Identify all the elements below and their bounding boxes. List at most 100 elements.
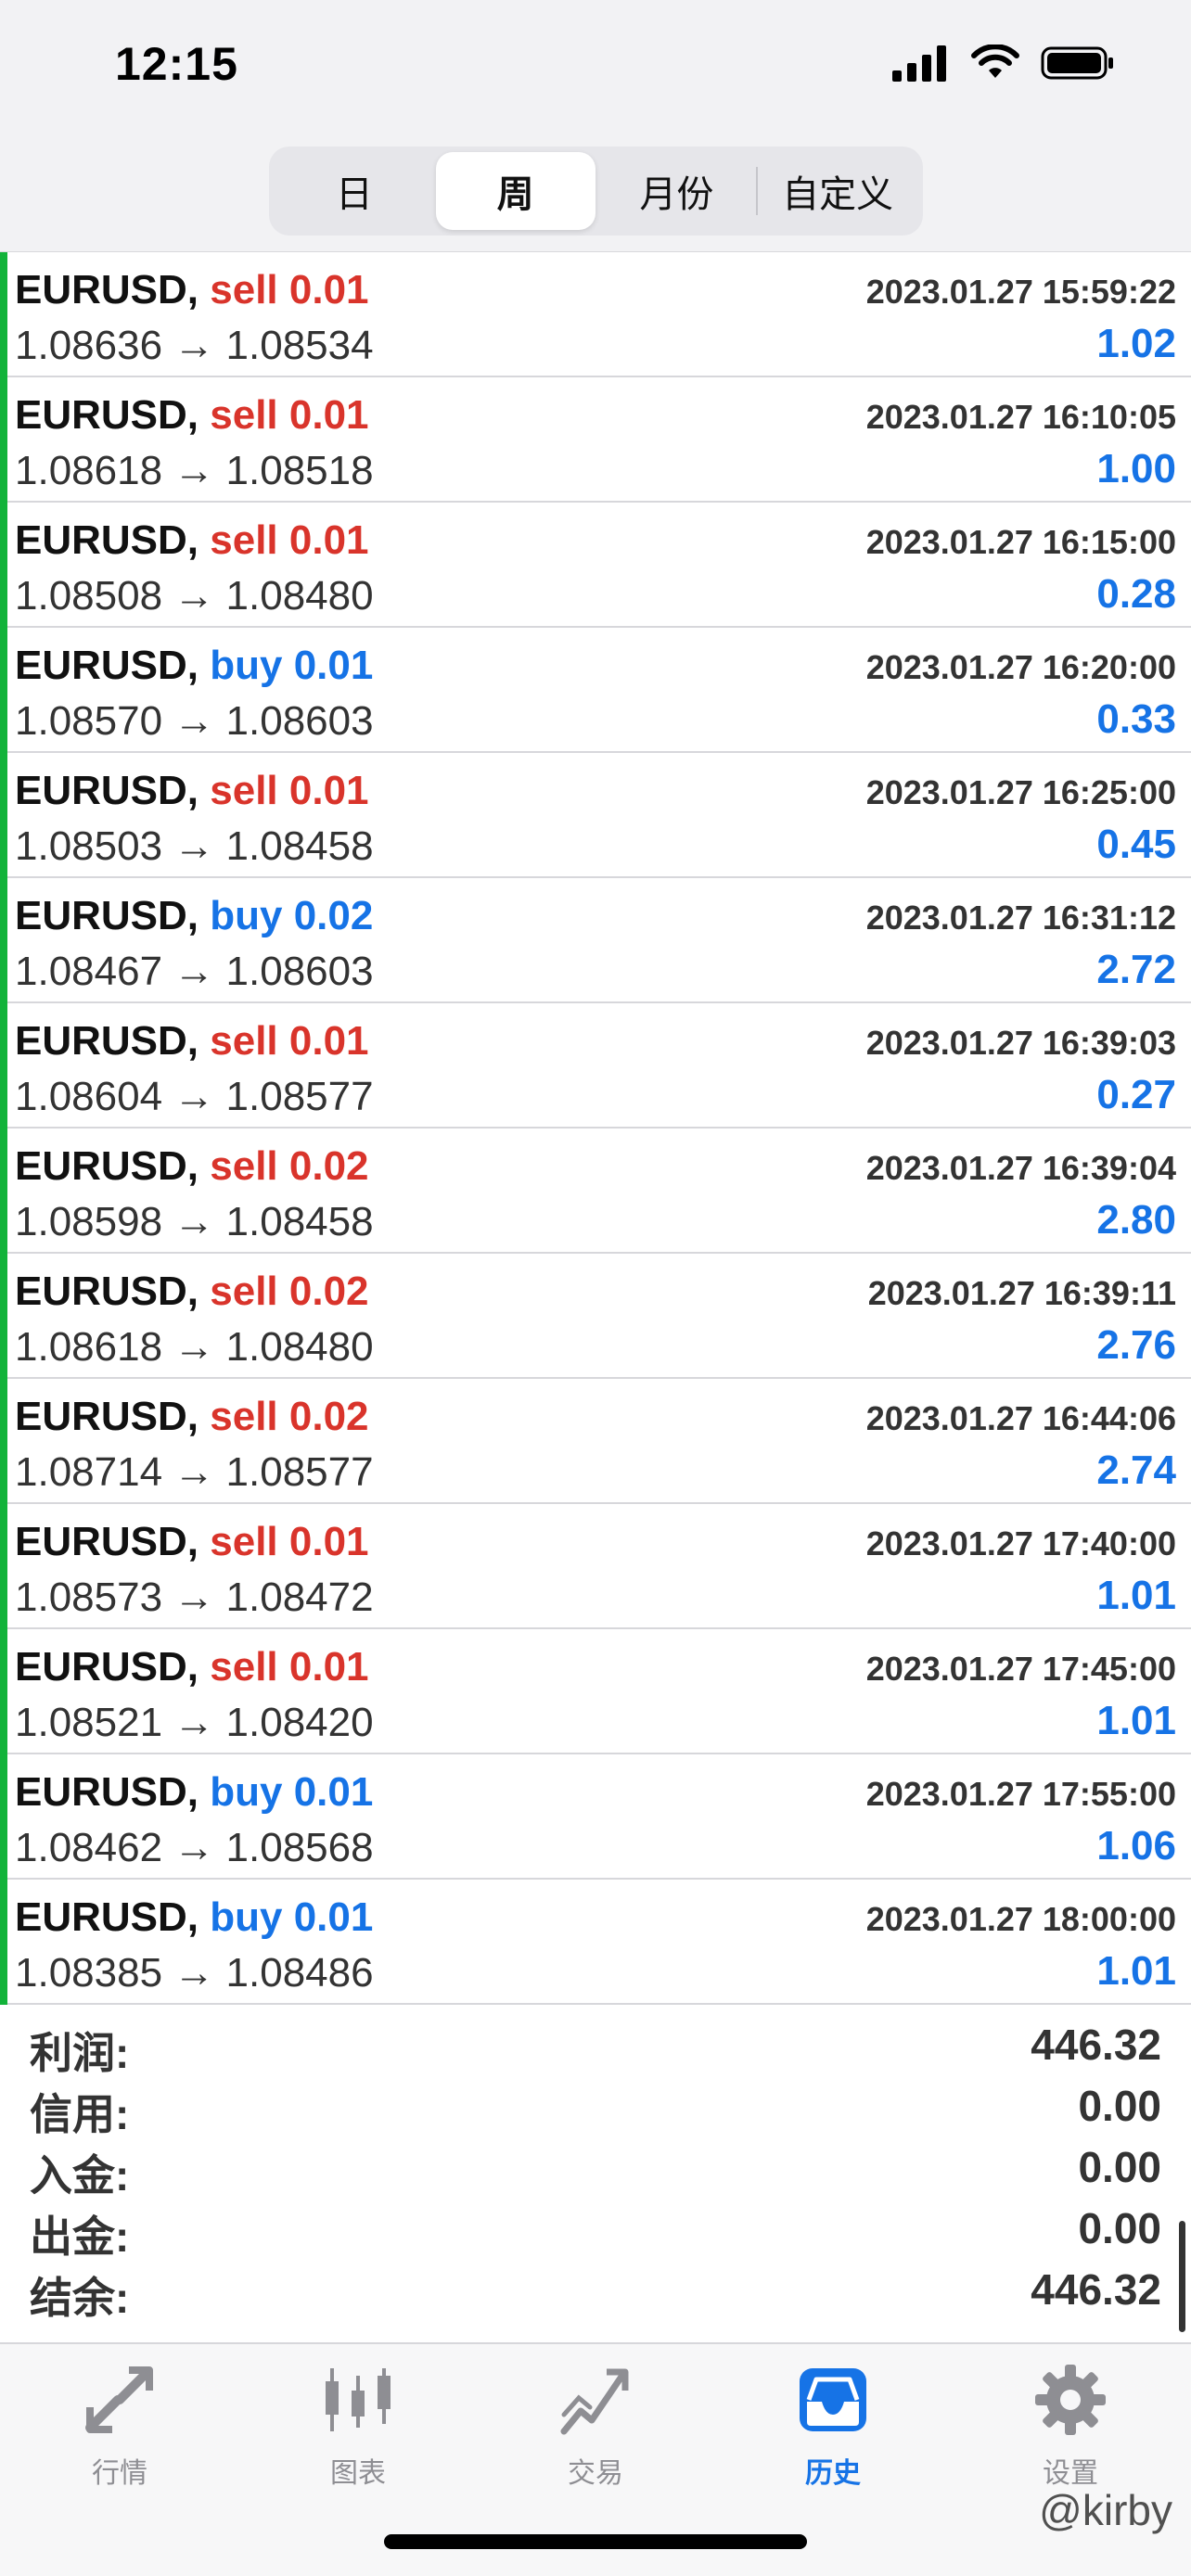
trade-prices: 1.08618 → 1.08480 xyxy=(15,1324,374,1371)
trade-profit: 2.80 xyxy=(1096,1197,1176,1243)
trade-close-price: 1.08534 xyxy=(225,323,374,368)
trade-time: 2023.01.27 16:44:06 xyxy=(865,1399,1176,1437)
summary-label: 结余: xyxy=(30,2274,130,2322)
watermark: @kirby xyxy=(1039,2486,1172,2534)
summary-withdrawal: 出金: 0.00 xyxy=(15,2196,1176,2261)
trade-open-price: 1.08462 xyxy=(15,1825,163,1870)
arrow-right-icon: → xyxy=(173,448,226,493)
trade-open-price: 1.08467 xyxy=(15,949,163,994)
trade-symbol: EURUSD, xyxy=(15,1269,199,1314)
trade-open-price: 1.08573 xyxy=(15,1575,163,1620)
arrow-right-icon: → xyxy=(173,1324,226,1370)
tab-trade[interactable]: 交易 xyxy=(521,2363,670,2502)
trade-close-price: 1.08480 xyxy=(225,1324,374,1370)
trade-profit: 0.33 xyxy=(1096,696,1176,742)
trade-row[interactable]: EURUSD, sell 0.02 2023.01.27 16:39:04 1.… xyxy=(0,1129,1191,1254)
trade-side: sell 0.01 xyxy=(210,267,369,312)
tab-label: 历史 xyxy=(805,2458,861,2489)
summary-value: 0.00 xyxy=(1078,2143,1161,2191)
segment-custom[interactable]: 自定义 xyxy=(758,152,917,230)
trade-profit: 0.28 xyxy=(1096,571,1176,617)
tab-quotes[interactable]: 行情 xyxy=(45,2363,194,2502)
summary-value: 0.00 xyxy=(1078,2082,1161,2130)
trade-symbol: EURUSD, xyxy=(15,267,199,312)
trade-side: sell 0.01 xyxy=(210,1018,369,1064)
summary-label: 利润: xyxy=(30,2029,130,2077)
arrow-right-icon: → xyxy=(173,1199,226,1244)
arrow-right-icon: → xyxy=(173,1074,226,1119)
trade-row[interactable]: EURUSD, buy 0.01 2023.01.27 16:20:00 1.0… xyxy=(0,628,1191,753)
arrow-right-icon: → xyxy=(173,823,226,869)
scrollbar[interactable] xyxy=(1179,2221,1185,2332)
trade-symbol-line: EURUSD, sell 0.02 xyxy=(15,1143,369,1190)
chart-icon xyxy=(326,2368,391,2431)
trade-symbol: EURUSD, xyxy=(15,1018,199,1064)
trade-profit: 1.02 xyxy=(1096,321,1176,366)
trade-time: 2023.01.27 16:20:00 xyxy=(865,648,1176,686)
tab-history[interactable]: 历史 xyxy=(759,2363,907,2502)
segment-week[interactable]: 周 xyxy=(435,152,596,230)
arrow-right-icon: → xyxy=(173,323,226,368)
trade-symbol: EURUSD, xyxy=(15,517,199,563)
trade-profit: 1.00 xyxy=(1096,446,1176,491)
tab-label: 行情 xyxy=(92,2458,147,2489)
trade-time: 2023.01.27 17:40:00 xyxy=(865,1524,1176,1562)
trade-side: sell 0.01 xyxy=(210,1519,369,1564)
trade-symbol-line: EURUSD, sell 0.01 xyxy=(15,1519,369,1565)
segment-month[interactable]: 月份 xyxy=(597,152,757,230)
trade-symbol: EURUSD, xyxy=(15,392,199,438)
arrow-right-icon: → xyxy=(173,698,226,744)
trade-side: sell 0.01 xyxy=(210,1644,369,1690)
history-icon xyxy=(800,2368,866,2431)
trade-row[interactable]: EURUSD, sell 0.01 2023.01.27 17:40:00 1.… xyxy=(0,1504,1191,1629)
trade-prices: 1.08636 → 1.08534 xyxy=(15,323,374,369)
battery-icon xyxy=(1041,46,1113,80)
trade-row[interactable]: EURUSD, sell 0.01 2023.01.27 16:15:00 1.… xyxy=(0,503,1191,628)
trade-prices: 1.08714 → 1.08577 xyxy=(15,1449,374,1496)
trade-row[interactable]: EURUSD, sell 0.01 2023.01.27 16:10:05 1.… xyxy=(0,377,1191,503)
trade-row[interactable]: EURUSD, buy 0.01 2023.01.27 18:00:00 1.0… xyxy=(0,1880,1191,2005)
trade-close-price: 1.08458 xyxy=(225,1199,374,1244)
trade-side: sell 0.02 xyxy=(210,1394,369,1439)
tab-settings[interactable]: 设置 xyxy=(996,2363,1145,2502)
summary-label: 出金: xyxy=(30,2213,130,2261)
trade-prices: 1.08570 → 1.08603 xyxy=(15,698,374,745)
trade-close-price: 1.08480 xyxy=(225,573,374,618)
home-indicator[interactable] xyxy=(384,2534,807,2549)
trade-open-price: 1.08618 xyxy=(15,448,163,493)
trade-time: 2023.01.27 18:00:00 xyxy=(865,1900,1176,1938)
summary-value: 446.32 xyxy=(1031,2021,1161,2069)
summary-deposit: 入金: 0.00 xyxy=(15,2135,1176,2200)
trade-prices: 1.08598 → 1.08458 xyxy=(15,1199,374,1245)
trade-open-price: 1.08604 xyxy=(15,1074,163,1119)
status-bar: 12:15 xyxy=(0,0,1191,139)
trade-symbol-line: EURUSD, sell 0.01 xyxy=(15,768,369,814)
trade-symbol: EURUSD, xyxy=(15,1894,199,1940)
arrow-right-icon: → xyxy=(173,949,226,994)
trade-row[interactable]: EURUSD, sell 0.01 2023.01.27 16:25:00 1.… xyxy=(0,753,1191,878)
arrow-right-icon: → xyxy=(173,1449,226,1495)
trade-row[interactable]: EURUSD, sell 0.02 2023.01.27 16:44:06 1.… xyxy=(0,1379,1191,1504)
trade-row[interactable]: EURUSD, sell 0.01 2023.01.27 15:59:22 1.… xyxy=(0,252,1191,377)
tab-charts[interactable]: 图表 xyxy=(284,2363,432,2502)
summary-label: 信用: xyxy=(30,2090,130,2138)
trade-profit: 1.01 xyxy=(1096,1698,1176,1743)
trade-close-price: 1.08568 xyxy=(225,1825,374,1870)
trade-symbol: EURUSD, xyxy=(15,1644,199,1690)
trade-profit: 2.76 xyxy=(1096,1322,1176,1368)
trade-symbol-line: EURUSD, sell 0.01 xyxy=(15,267,369,313)
trade-row[interactable]: EURUSD, sell 0.01 2023.01.27 17:45:00 1.… xyxy=(0,1629,1191,1754)
trade-close-price: 1.08518 xyxy=(225,448,374,493)
trade-row[interactable]: EURUSD, sell 0.02 2023.01.27 16:39:11 1.… xyxy=(0,1254,1191,1379)
trade-symbol-line: EURUSD, buy 0.01 xyxy=(15,1894,373,1941)
trade-row[interactable]: EURUSD, buy 0.01 2023.01.27 17:55:00 1.0… xyxy=(0,1754,1191,1880)
trade-time: 2023.01.27 16:31:12 xyxy=(865,899,1176,937)
summary-label: 入金: xyxy=(30,2151,130,2200)
trade-open-price: 1.08385 xyxy=(15,1950,163,1996)
trade-open-price: 1.08521 xyxy=(15,1700,163,1745)
segment-day[interactable]: 日 xyxy=(275,152,434,230)
trade-row[interactable]: EURUSD, sell 0.01 2023.01.27 16:39:03 1.… xyxy=(0,1003,1191,1129)
trade-time: 2023.01.27 17:55:00 xyxy=(865,1775,1176,1813)
trade-row[interactable]: EURUSD, buy 0.02 2023.01.27 16:31:12 1.0… xyxy=(0,878,1191,1003)
trade-prices: 1.08521 → 1.08420 xyxy=(15,1700,374,1746)
